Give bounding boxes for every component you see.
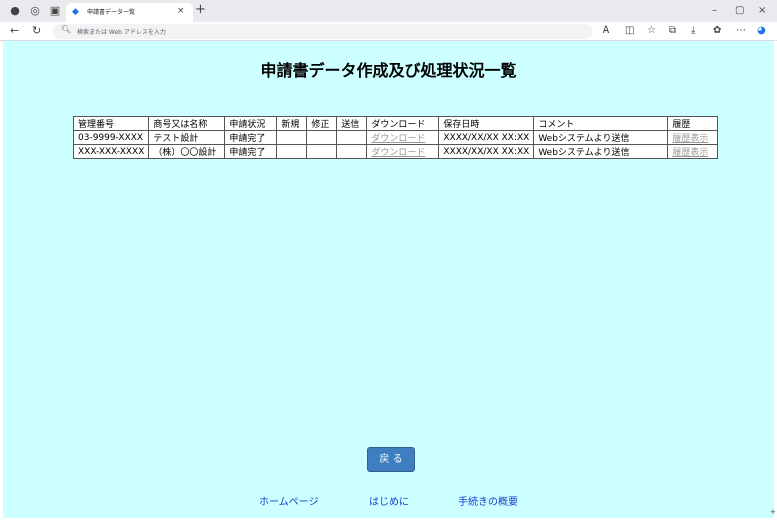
header-download: ダウンロード — [366, 116, 440, 131]
resize-grip-icon[interactable]: + — [770, 508, 776, 516]
history-link[interactable]: 履歴表示 — [672, 134, 708, 144]
back-arrow-icon[interactable]: ← — [10, 24, 19, 38]
close-window-button[interactable]: × — [758, 4, 766, 18]
favorites-icon[interactable]: ☆ — [647, 24, 656, 38]
cell-new — [276, 130, 308, 145]
read-aloud-icon[interactable]: Ꭺ — [603, 24, 610, 38]
header-new: 新規 — [276, 116, 308, 131]
refresh-icon[interactable]: ↻ — [32, 24, 41, 38]
address-placeholder: 検索または Web アドレスを入力 — [77, 29, 166, 36]
header-comment: コメント — [533, 116, 669, 131]
page-content: 申請書データ作成及び処理状況一覧 管理番号 商号又は名称 申請状況 新規 修正 … — [3, 41, 774, 518]
tab-title: 申請書データ一覧 — [87, 9, 136, 16]
cell-new — [276, 144, 308, 159]
tab-actions-icon[interactable]: ▣ — [48, 4, 62, 18]
table-row: 03-9999-XXXX テスト設計 申請完了 ダウンロード XXXX/XX/X… — [72, 130, 719, 145]
footer-link-introduction[interactable]: はじめに — [369, 493, 409, 508]
cell-name: （株）〇〇設計 — [148, 144, 226, 159]
address-bar[interactable]: 🔍︎ 検索または Web アドレスを入力 — [53, 24, 593, 39]
cell-comment: Webシステムより送信 — [533, 130, 669, 145]
footer-link-homepage[interactable]: ホームページ — [259, 493, 319, 508]
cell-send — [336, 130, 368, 145]
maximize-button[interactable]: ▢ — [735, 4, 744, 18]
cell-edit — [306, 130, 338, 145]
cell-send — [336, 144, 368, 159]
tab-close-icon[interactable]: × — [177, 6, 185, 16]
copilot-icon[interactable]: ◕ — [757, 24, 766, 38]
header-name: 商号又は名称 — [148, 116, 226, 131]
header-status: 申請状況 — [224, 116, 278, 131]
cell-history: 履歴表示 — [667, 144, 719, 159]
minimize-button[interactable]: – — [712, 4, 717, 18]
search-icon: 🔍︎ — [61, 25, 72, 34]
new-tab-button[interactable]: + — [195, 3, 206, 17]
workspaces-icon[interactable]: ◎ — [28, 4, 42, 18]
more-menu-icon[interactable]: ⋯ — [736, 24, 746, 38]
cell-edit — [306, 144, 338, 159]
profile-icon[interactable]: ● — [8, 4, 22, 18]
header-send: 送信 — [336, 116, 368, 131]
downloads-icon[interactable]: ⤓ — [691, 24, 695, 38]
cell-status: 申請完了 — [224, 144, 278, 159]
browser-toolbar: ← ↻ 🔍︎ 検索または Web アドレスを入力 Ꭺ ◫ ☆ ⧉ ⤓ ✿ ⋯ ◕ — [0, 22, 777, 41]
header-history: 履歴 — [667, 116, 719, 131]
extensions-icon[interactable]: ✿ — [713, 24, 721, 38]
header-id: 管理番号 — [72, 116, 150, 131]
header-saved: 保存日時 — [438, 116, 535, 131]
table-header-row: 管理番号 商号又は名称 申請状況 新規 修正 送信 ダウンロード 保存日時 コメ… — [72, 116, 719, 131]
cell-id: XXX-XXX-XXXX — [72, 144, 150, 159]
split-screen-icon[interactable]: ◫ — [625, 24, 634, 38]
header-edit: 修正 — [306, 116, 338, 131]
cell-download: ダウンロード — [366, 144, 440, 159]
cell-id: 03-9999-XXXX — [72, 130, 150, 145]
page-title: 申請書データ作成及び処理状況一覧 — [260, 61, 517, 80]
cell-history: 履歴表示 — [667, 130, 719, 145]
browser-tabstrip: ● ◎ ▣ ◆ 申請書データ一覧 × + – ▢ × — [0, 0, 777, 22]
back-button[interactable]: 戻 る — [367, 447, 415, 472]
footer-link-procedure-overview[interactable]: 手続きの概要 — [458, 493, 518, 508]
collections-icon[interactable]: ⧉ — [669, 24, 676, 38]
table-row: XXX-XXX-XXXX （株）〇〇設計 申請完了 ダウンロード XXXX/XX… — [72, 144, 719, 159]
cell-saved: XXXX/XX/XX XX:XX — [438, 144, 535, 159]
cell-comment: Webシステムより送信 — [533, 144, 669, 159]
cell-status: 申請完了 — [224, 130, 278, 145]
application-status-table: 管理番号 商号又は名称 申請状況 新規 修正 送信 ダウンロード 保存日時 コメ… — [72, 116, 719, 159]
cell-download: ダウンロード — [366, 130, 440, 145]
history-link[interactable]: 履歴表示 — [672, 148, 708, 158]
browser-tab-active[interactable]: ◆ 申請書データ一覧 × — [66, 3, 193, 22]
download-link[interactable]: ダウンロード — [371, 134, 425, 144]
download-link[interactable]: ダウンロード — [371, 148, 425, 158]
site-favicon-icon: ◆ — [72, 7, 79, 17]
cell-saved: XXXX/XX/XX XX:XX — [438, 130, 535, 145]
cell-name: テスト設計 — [148, 130, 226, 145]
